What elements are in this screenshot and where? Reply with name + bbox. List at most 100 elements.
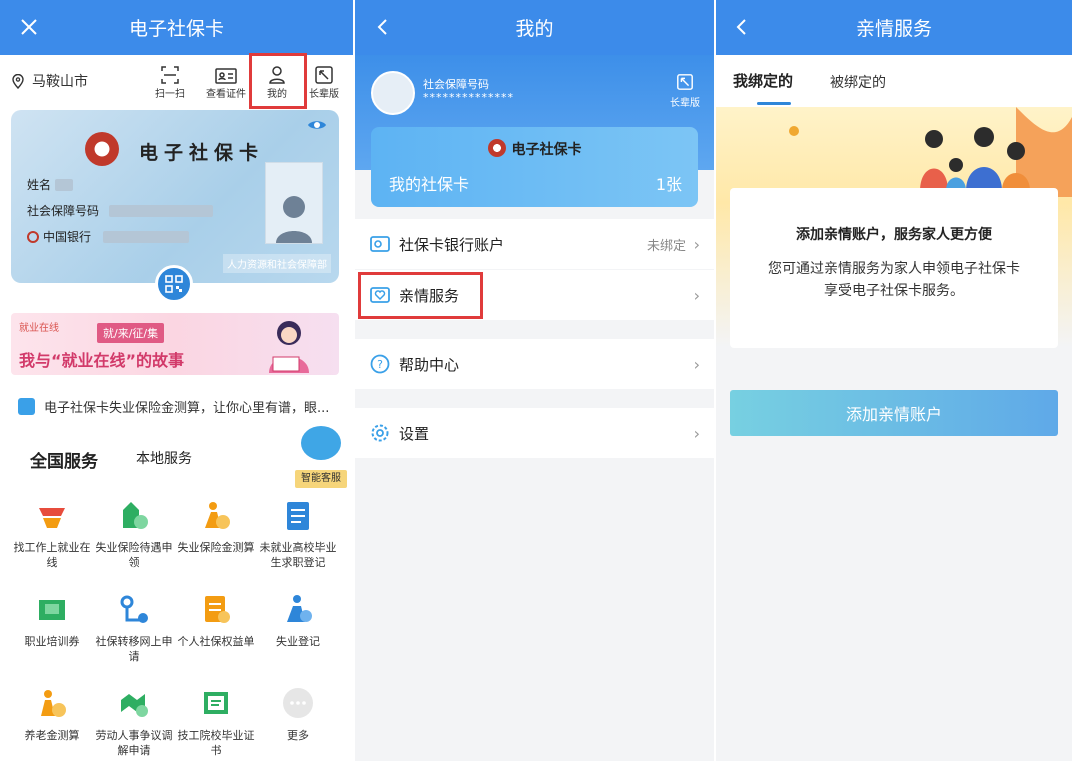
pension-calc-icon xyxy=(35,686,69,720)
menu-label: 帮助中心 xyxy=(399,355,460,374)
gear-icon xyxy=(370,423,390,443)
close-icon[interactable] xyxy=(14,12,44,42)
service-item[interactable]: 社保转移网上申请 xyxy=(93,592,175,664)
id-row: 社会保障号码 xyxy=(27,202,214,219)
add-family-account-button[interactable]: 添加亲情账户 xyxy=(730,390,1058,436)
service-tabs: 全国服务 本地服务 xyxy=(11,438,341,480)
info-desc-line2: 享受电子社保卡服务。 xyxy=(824,283,964,299)
dispute-mediation-icon xyxy=(117,686,151,720)
service-label: 职业培训券 xyxy=(24,635,80,648)
banner-tag: 就/来/征/集 xyxy=(97,323,165,343)
service-item[interactable]: 个人社保权益单 xyxy=(175,592,257,649)
assistant-label: 智能客服 xyxy=(295,470,347,488)
id-label: 社会保障号码 xyxy=(423,78,489,91)
add-family-info-card: 添加亲情账户，服务家人更方便 您可通过亲情服务为家人申领电子社保卡 享受电子社保… xyxy=(730,188,1058,348)
eye-icon[interactable] xyxy=(307,118,327,132)
service-item[interactable]: 职业培训券 xyxy=(11,592,93,649)
id-masked: ************** xyxy=(423,91,514,104)
family-service-panel: 亲情服务 我绑定的 被绑定的 添加亲情账户，服务家人更方便 您可通过亲情服务为家… xyxy=(716,0,1072,761)
service-label: 劳动人事争议调解申请 xyxy=(95,729,173,757)
banner-illustration-icon xyxy=(269,321,309,373)
service-label: 找工作上就业在线 xyxy=(13,541,91,569)
service-label: 技工院校毕业证书 xyxy=(177,729,255,757)
menu-label: 设置 xyxy=(399,424,430,443)
transfer-apply-icon xyxy=(117,592,151,626)
qr-code-button[interactable] xyxy=(155,265,193,303)
view-id-button[interactable]: 查看证件 xyxy=(198,61,254,100)
elder-mode-icon xyxy=(315,66,333,84)
location-pin-icon xyxy=(12,73,24,89)
menu-label: 社保卡银行账户 xyxy=(399,235,505,254)
panel-divider xyxy=(714,0,716,761)
home-topbar: 电子社保卡 xyxy=(0,0,353,55)
family-tabs: 我绑定的 被绑定的 xyxy=(716,55,1072,107)
social-security-card[interactable]: 电子社保卡 姓名 社会保障号码 中国银行 人力资源和社会保障部 xyxy=(11,110,339,283)
service-item[interactable]: 技工院校毕业证书 xyxy=(175,686,257,758)
card-issuer: 人力资源和社会保障部 xyxy=(223,254,331,273)
training-voucher-icon xyxy=(35,592,69,626)
my-card[interactable]: 电子社保卡 我的社保卡 1张 xyxy=(371,127,698,207)
qr-code-icon xyxy=(165,275,183,293)
elder-mode-icon xyxy=(677,74,693,90)
service-item[interactable]: 失业保险待遇申领 xyxy=(93,498,175,570)
elder-mode-button[interactable]: 长辈版 xyxy=(670,73,700,109)
person-silhouette-icon xyxy=(276,196,312,243)
page-title: 电子社保卡 xyxy=(128,18,224,40)
info-description: 您可通过亲情服务为家人申领电子社保卡 享受电子社保卡服务。 xyxy=(730,258,1058,302)
service-item[interactable]: 找工作上就业在线 xyxy=(11,498,93,570)
service-item[interactable]: 劳动人事争议调解申请 xyxy=(93,686,175,758)
service-item[interactable]: 失业保险金测算 xyxy=(175,498,257,555)
elder-mode-label: 长辈版 xyxy=(670,98,700,109)
rights-statement-icon xyxy=(199,592,233,626)
tab-national[interactable]: 全国服务 xyxy=(15,438,113,480)
chevron-right-icon: › xyxy=(693,234,700,254)
help-icon: ? xyxy=(370,354,390,374)
menu-help-center[interactable]: ? 帮助中心 › xyxy=(355,339,714,389)
family-people-icon xyxy=(789,107,1072,197)
service-label: 失业保险金测算 xyxy=(177,541,255,554)
diploma-icon xyxy=(199,686,233,720)
avatar[interactable] xyxy=(371,71,415,115)
service-label: 未就业高校毕业生求职登记 xyxy=(259,541,337,569)
menu-settings[interactable]: 设置 › xyxy=(355,408,714,458)
scan-icon xyxy=(161,66,179,84)
tab-bound-by-me[interactable]: 我绑定的 xyxy=(733,70,793,91)
emblem-icon xyxy=(487,139,506,157)
tab-bound-to-me[interactable]: 被绑定的 xyxy=(830,72,886,92)
my-card-count: 1张 xyxy=(655,175,682,194)
tab-local[interactable]: 本地服务 xyxy=(136,448,192,468)
menu-bank-account[interactable]: 社保卡银行账户 未绑定 › xyxy=(355,219,714,269)
back-icon[interactable] xyxy=(367,12,397,42)
scan-label: 扫一扫 xyxy=(155,89,185,100)
notice-bar[interactable]: 电子社保卡失业保险金测算，让你心里有谱，眼... xyxy=(18,397,343,416)
robot-icon xyxy=(301,426,341,460)
name-label: 姓名 xyxy=(27,178,52,192)
mine-panel: 我的 社会保障号码 ************** 长辈版 电子社保卡 我的社保卡… xyxy=(355,0,714,761)
graduate-register-icon xyxy=(281,498,315,532)
bank-account-redacted xyxy=(103,230,190,243)
panel-divider xyxy=(353,0,355,761)
service-item[interactable]: 更多 xyxy=(257,686,339,743)
promo-banner[interactable]: 就业在线 就/来/征/集 我与“就业在线”的故事 xyxy=(11,313,339,375)
notice-text: 电子社保卡失业保险金测算，让你心里有谱，眼... xyxy=(44,401,330,416)
service-item[interactable]: 养老金测算 xyxy=(11,686,93,743)
id-redacted xyxy=(109,204,214,217)
back-icon[interactable] xyxy=(726,12,756,42)
service-item[interactable]: 未就业高校毕业生求职登记 xyxy=(257,498,339,570)
scan-button[interactable]: 扫一扫 xyxy=(142,61,198,100)
bank-card-icon xyxy=(370,234,390,254)
service-item[interactable]: 失业登记 xyxy=(257,592,339,649)
view-id-label: 查看证件 xyxy=(206,89,246,100)
info-title: 添加亲情账户，服务家人更方便 xyxy=(796,227,992,243)
home-panel: 电子社保卡 马鞍山市 扫一扫 查看证件 我的 长辈版 电子社保卡 姓名 社会保障… xyxy=(0,0,353,761)
family-topbar: 亲情服务 xyxy=(716,0,1072,55)
card-title-text: 电子社保卡 xyxy=(511,142,582,158)
photo-placeholder xyxy=(265,162,323,244)
location-selector[interactable]: 马鞍山市 xyxy=(12,71,88,91)
highlight-mine-button xyxy=(249,53,307,109)
bank-row: 中国银行 xyxy=(27,228,190,245)
info-desc-line1: 您可通过亲情服务为家人申领电子社保卡 xyxy=(768,261,1020,277)
svg-text:?: ? xyxy=(377,358,383,371)
assistant-button[interactable]: 智能客服 xyxy=(295,426,347,488)
service-label: 养老金测算 xyxy=(24,729,80,742)
